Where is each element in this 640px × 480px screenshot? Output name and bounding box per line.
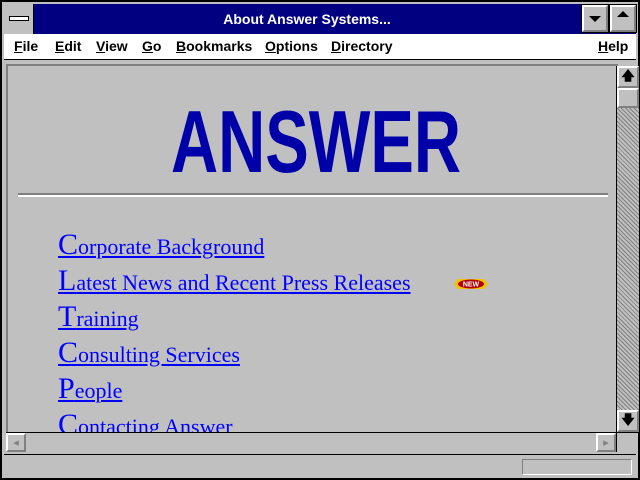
menu-file[interactable]: File [14,38,38,54]
horizontal-rule [18,193,608,197]
link-people[interactable]: People [58,372,122,406]
link-consulting-services[interactable]: Consulting Services [58,336,240,370]
status-progress-field [522,459,632,475]
menu-bar: File Edit View Go Bookmarks Options Dire… [4,34,636,60]
window-title: About Answer Systems... [223,11,391,27]
link-contacting-answer[interactable]: Contacting Answer [58,408,233,432]
menu-go[interactable]: Go [142,38,161,54]
scroll-down-button[interactable]: 🡇 [617,410,639,432]
menu-edit[interactable]: Edit [55,38,81,54]
arrow-down-icon: 🡇 [621,413,635,428]
scroll-left-button[interactable]: ◂ [6,433,26,452]
browser-window: About Answer Systems... File Edit View G… [0,0,640,480]
vertical-scroll-track[interactable] [617,108,639,410]
page-content[interactable]: ANSWER Corporate Background Latest News … [6,64,618,432]
system-menu-icon [9,16,29,21]
vertical-scroll-thumb[interactable] [617,88,639,108]
answer-logo-text: ANSWER [171,92,461,180]
link-latest-news[interactable]: Latest News and Recent Press Releases [58,264,411,298]
maximize-icon [617,11,629,17]
menu-help[interactable]: Help [598,38,628,54]
horizontal-scrollbar[interactable]: ◂ ▸ [6,432,616,452]
menu-options[interactable]: Options [265,38,318,54]
status-text [8,459,516,475]
minimize-icon [589,16,601,22]
link-corporate-background[interactable]: Corporate Background [58,228,264,262]
scroll-up-button[interactable]: 🡅 [617,66,639,88]
horizontal-scroll-track[interactable] [26,433,596,452]
minimize-button[interactable] [581,4,609,33]
title-bar[interactable]: About Answer Systems... [4,4,637,34]
maximize-button[interactable] [609,4,637,33]
arrow-up-icon: 🡅 [621,69,635,84]
arrow-right-icon: ▸ [603,436,609,449]
vertical-scrollbar[interactable]: 🡅 🡇 [616,66,639,432]
system-menu-button[interactable] [4,4,34,34]
answer-logo: ANSWER [171,92,461,180]
new-badge-text: NEW [463,282,480,289]
menu-directory[interactable]: Directory [331,38,392,54]
status-bar [4,454,636,478]
scrollbar-corner [616,432,638,452]
arrow-left-icon: ◂ [13,436,19,449]
menu-view[interactable]: View [96,38,128,54]
scroll-right-button[interactable]: ▸ [596,433,616,452]
link-training[interactable]: Training [58,300,139,334]
new-badge-icon: NEW [454,279,488,289]
menu-bookmarks[interactable]: Bookmarks [176,38,252,54]
